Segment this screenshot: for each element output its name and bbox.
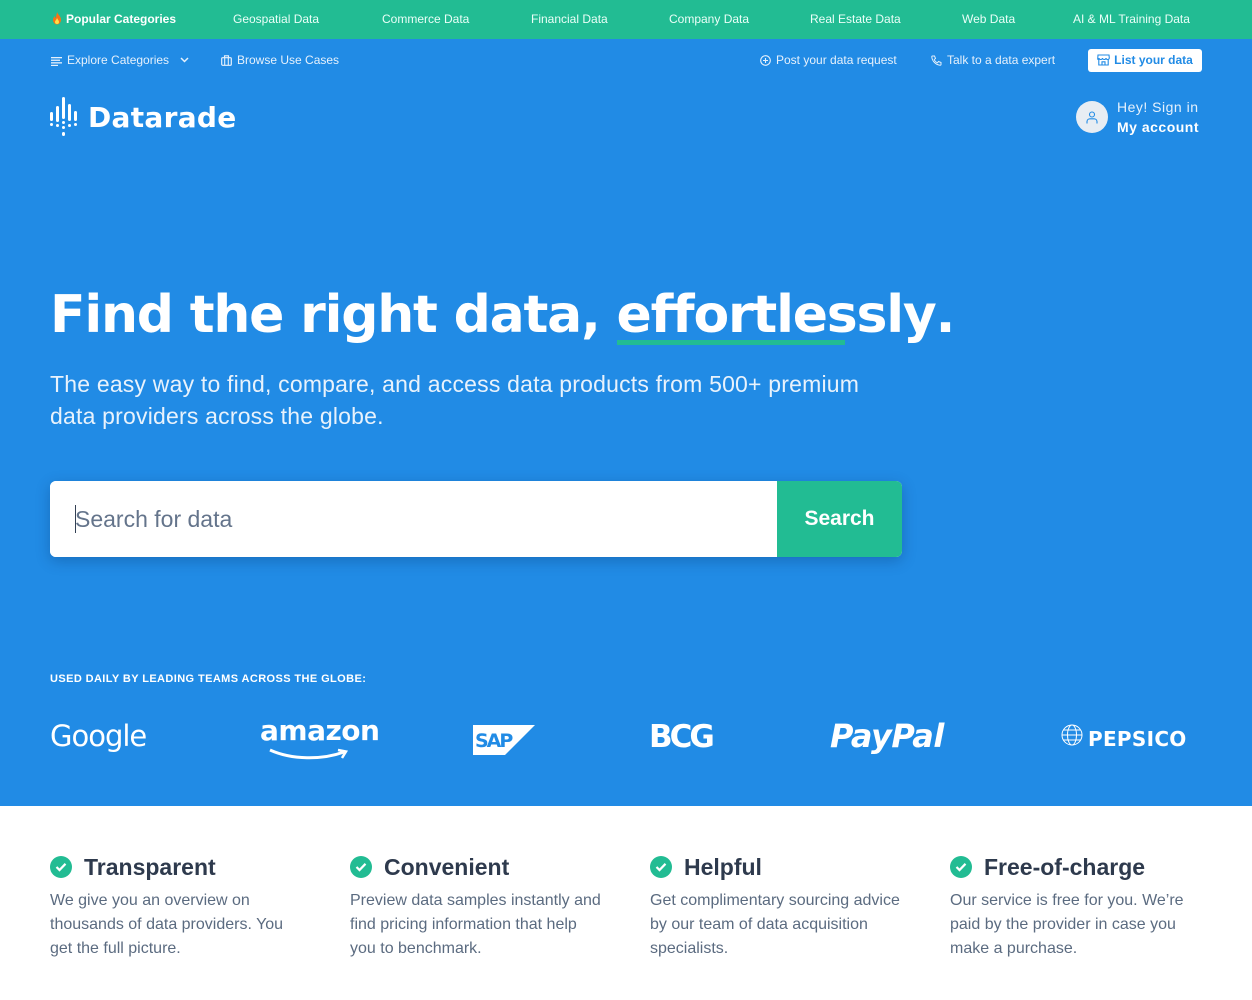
logo-text: Datarade bbox=[88, 100, 237, 134]
feature-description: Preview data samples instantly and find … bbox=[350, 892, 601, 957]
category-geospatial-data[interactable]: Geospatial Data bbox=[233, 0, 319, 39]
feature-description: We give you an overview on thousands of … bbox=[50, 892, 284, 957]
amazon-wordmark: amazon bbox=[260, 714, 380, 747]
feature-title: Convenient bbox=[384, 853, 510, 880]
sap-logo-icon: SAP bbox=[473, 725, 535, 755]
headline-suffix: . bbox=[935, 285, 956, 345]
check-circle-icon bbox=[650, 856, 672, 878]
brand-logo-amazon: amazon bbox=[260, 714, 380, 760]
chevron-down-icon bbox=[180, 57, 189, 63]
category-real-estate-data[interactable]: Real Estate Data bbox=[810, 0, 901, 39]
talk-to-expert-label: Talk to a data expert bbox=[947, 53, 1056, 67]
category-company-data[interactable]: Company Data bbox=[669, 0, 749, 39]
pepsico-globe-icon bbox=[1061, 724, 1083, 746]
category-commerce-data[interactable]: Commerce Data bbox=[382, 0, 469, 39]
feature-title: Free-of-charge bbox=[984, 853, 1146, 880]
menu-lines-icon bbox=[51, 57, 62, 67]
sap-text: SAP bbox=[475, 730, 513, 752]
list-your-data-label: List your data bbox=[1114, 53, 1193, 67]
talk-to-expert-link[interactable]: Talk to a data expert bbox=[931, 39, 1055, 81]
check-circle-icon bbox=[950, 856, 972, 878]
list-your-data-button[interactable]: List your data bbox=[1088, 49, 1202, 72]
category-ai-ml-training-data[interactable]: AI & ML Training Data bbox=[1073, 0, 1190, 39]
feature-transparent: Transparent We give you an overview on t… bbox=[50, 853, 310, 961]
hero-subtitle: The easy way to find, compare, and acces… bbox=[50, 371, 860, 429]
feature-free-of-charge: Free-of-charge Our service is free for y… bbox=[950, 853, 1210, 961]
amazon-smile-icon bbox=[269, 748, 349, 760]
headline-emphasis-text: effortlessly bbox=[616, 285, 937, 345]
brand-logo-sap: SAP bbox=[473, 725, 535, 760]
datarade-logo[interactable]: Datarade bbox=[50, 97, 237, 137]
account-menu[interactable]: Hey! Sign in My account bbox=[1076, 97, 1199, 137]
feature-title: Helpful bbox=[684, 853, 762, 880]
headline-prefix: Find the right data, bbox=[50, 285, 617, 345]
popular-categories-link[interactable]: Popular Categories bbox=[52, 0, 176, 39]
search-input[interactable] bbox=[50, 481, 777, 557]
feature-description: Our service is free for you. We’re paid … bbox=[950, 892, 1184, 957]
explore-categories-menu[interactable]: Explore Categories bbox=[51, 39, 194, 81]
fire-icon bbox=[53, 12, 61, 25]
trusted-by-heading: USED DAILY BY LEADING TEAMS ACROSS THE G… bbox=[50, 673, 367, 685]
hero-section: Explore Categories Browse Use Cases Post… bbox=[0, 39, 1252, 806]
popular-categories-bar: Popular Categories Geospatial Data Comme… bbox=[0, 0, 1252, 39]
brand-logo-google: Google bbox=[50, 719, 147, 753]
logo-mark-icon bbox=[50, 97, 77, 136]
search-button[interactable]: Search bbox=[777, 481, 902, 557]
browse-use-cases-label: Browse Use Cases bbox=[237, 53, 340, 67]
brand-logo-paypal: PayPal bbox=[830, 717, 944, 755]
feature-title: Transparent bbox=[84, 853, 216, 880]
feature-helpful: Helpful Get complimentary sourcing advic… bbox=[650, 853, 910, 961]
text-caret bbox=[75, 505, 76, 533]
storefront-icon bbox=[1097, 54, 1111, 66]
my-account-label: My account bbox=[1117, 119, 1200, 135]
brand-logo-pepsico: PEPSICO bbox=[1060, 723, 1187, 751]
avatar bbox=[1076, 101, 1108, 133]
phone-icon bbox=[931, 55, 942, 66]
search-bar: Search bbox=[50, 481, 902, 557]
sign-in-greeting: Hey! Sign in bbox=[1117, 99, 1199, 115]
check-circle-icon bbox=[350, 856, 372, 878]
category-financial-data[interactable]: Financial Data bbox=[531, 0, 608, 39]
popular-categories-label: Popular Categories bbox=[66, 12, 177, 26]
user-icon bbox=[1086, 110, 1098, 123]
headline-emphasis: effortlessly bbox=[616, 285, 937, 345]
category-web-data[interactable]: Web Data bbox=[962, 0, 1015, 39]
feature-description: Get complimentary sourcing advice by our… bbox=[650, 892, 900, 957]
pepsico-wordmark: PEPSICO bbox=[1088, 727, 1187, 751]
post-data-request-label: Post your data request bbox=[776, 53, 897, 67]
feature-convenient: Convenient Preview data samples instantl… bbox=[350, 853, 610, 961]
explore-categories-label: Explore Categories bbox=[67, 53, 170, 67]
plus-circle-icon bbox=[760, 55, 771, 66]
briefcase-icon bbox=[221, 55, 232, 66]
browse-use-cases-link[interactable]: Browse Use Cases bbox=[221, 39, 339, 81]
hero-headline: Find the right data, effortlessly. bbox=[50, 285, 956, 345]
check-circle-icon bbox=[50, 856, 72, 878]
post-data-request-link[interactable]: Post your data request bbox=[760, 39, 897, 81]
brand-logo-bcg: BCG bbox=[649, 719, 715, 755]
